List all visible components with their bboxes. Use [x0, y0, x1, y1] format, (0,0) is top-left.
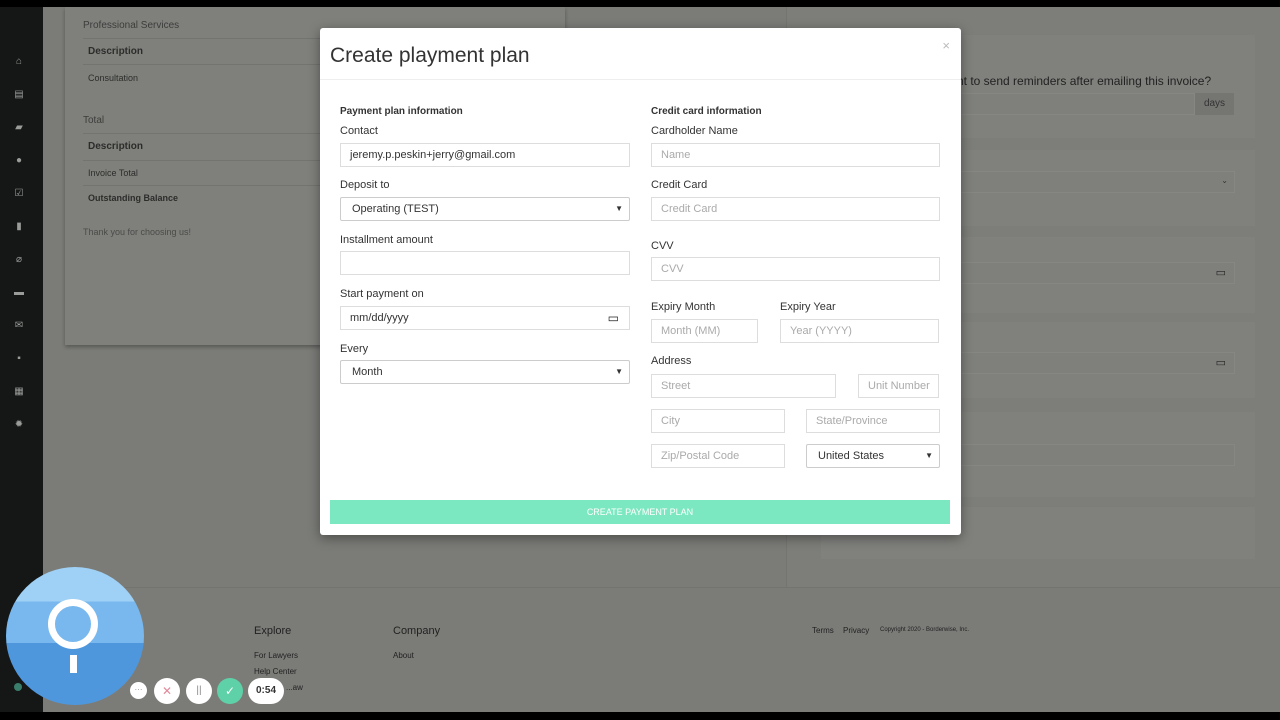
- section-total: Total: [83, 115, 105, 126]
- table-row: Outstanding Balance: [88, 193, 179, 203]
- chevron-down-icon: ▼: [615, 204, 623, 213]
- footer-link-privacy[interactable]: Privacy: [843, 626, 869, 635]
- expiry-year-input[interactable]: Year (YYYY): [780, 319, 939, 343]
- calendar-icon[interactable]: ▭: [1216, 266, 1226, 279]
- address-label: Address: [651, 355, 692, 367]
- footer-link-law[interactable]: ...aw: [286, 683, 303, 692]
- date-placeholder: mm/dd/yyyy: [350, 312, 409, 324]
- status-dot: [14, 683, 22, 691]
- reminder-question: ...nt to send reminders after emailing t…: [947, 74, 1212, 88]
- file-icon[interactable]: ▮: [13, 222, 25, 232]
- every-select[interactable]: Month ▼: [340, 360, 630, 384]
- cardholder-input[interactable]: Name: [651, 143, 940, 167]
- finish-recording-button[interactable]: ✓: [217, 678, 243, 704]
- unit-number-input[interactable]: Unit Number: [858, 374, 939, 398]
- footer-copyright: Copyright 2020 - Borderwise, Inc.: [880, 627, 970, 633]
- date-input[interactable]: ▭: [947, 262, 1235, 284]
- payment-plan-section-title: Payment plan information: [340, 106, 463, 117]
- street-input[interactable]: Street: [651, 374, 836, 398]
- city-input[interactable]: City: [651, 409, 785, 433]
- deposit-value: Operating (TEST): [352, 203, 439, 215]
- globe-icon: [48, 599, 98, 649]
- create-payment-plan-button[interactable]: CREATE PAYMENT PLAN: [330, 500, 950, 524]
- chevron-down-icon: ▼: [615, 367, 623, 376]
- cvv-input[interactable]: CVV: [651, 257, 940, 281]
- start-date-input[interactable]: mm/dd/yyyy ▭: [340, 306, 630, 330]
- date-input[interactable]: ▭: [947, 352, 1235, 374]
- settings-select[interactable]: ⌄: [947, 171, 1235, 193]
- start-payment-label: Start payment on: [340, 288, 424, 300]
- chat-icon[interactable]: ▪: [13, 354, 25, 364]
- expiry-year-label: Expiry Year: [780, 301, 836, 313]
- cancel-recording-button[interactable]: ✕: [154, 678, 180, 704]
- close-icon[interactable]: ×: [942, 38, 950, 53]
- cvv-label: CVV: [651, 240, 674, 252]
- contact-label: Contact: [340, 125, 378, 137]
- chevron-down-icon: ▼: [925, 451, 933, 460]
- table-row: Consultation: [88, 73, 139, 83]
- gear-icon[interactable]: ✹: [13, 420, 25, 430]
- country-value: United States: [818, 450, 885, 462]
- table-header: Description: [88, 46, 144, 57]
- recording-timer: 0:54: [248, 678, 284, 704]
- mail-icon[interactable]: ✉: [13, 321, 25, 331]
- modal-title: Create playment plan: [330, 44, 530, 67]
- more-button[interactable]: ···: [130, 682, 147, 699]
- zip-input[interactable]: Zip/Postal Code: [651, 444, 785, 468]
- deposit-label: Deposit to: [340, 179, 390, 191]
- footer-link-about[interactable]: About: [393, 651, 414, 660]
- section-professional-services: Professional Services: [83, 20, 180, 31]
- card-icon[interactable]: ▬: [13, 288, 25, 298]
- footer-link-help-center[interactable]: Help Center: [254, 667, 297, 676]
- recorder-logo: [6, 567, 144, 705]
- calendar-icon[interactable]: ▭: [1216, 356, 1226, 369]
- footer-link-for-lawyers[interactable]: For Lawyers: [254, 651, 298, 660]
- pause-button[interactable]: ||: [186, 678, 212, 704]
- create-payment-plan-modal: Create playment plan × Payment plan info…: [320, 28, 961, 535]
- text-input[interactable]: [947, 444, 1235, 466]
- expiry-month-input[interactable]: Month (MM): [651, 319, 758, 343]
- days-addon: days: [1195, 93, 1234, 115]
- table-row: Invoice Total: [88, 168, 138, 178]
- cardholder-label: Cardholder Name: [651, 125, 738, 137]
- footer-explore-heading: Explore: [254, 625, 292, 637]
- expiry-month-label: Expiry Month: [651, 301, 716, 313]
- home-icon[interactable]: ⌂: [13, 57, 25, 67]
- installment-label: Installment amount: [340, 234, 433, 246]
- every-value: Month: [352, 366, 383, 378]
- check-icon[interactable]: ☑: [13, 189, 25, 199]
- contact-input[interactable]: jeremy.p.peskin+jerry@gmail.com: [340, 143, 630, 167]
- table-header: Description: [88, 141, 144, 152]
- state-input[interactable]: State/Province: [806, 409, 940, 433]
- reminder-days-input[interactable]: [947, 93, 1195, 115]
- document-icon[interactable]: ▤: [13, 90, 25, 100]
- thank-you-text: Thank you for choosing us!: [83, 227, 192, 237]
- credit-card-section-title: Credit card information: [651, 106, 762, 117]
- calendar-icon[interactable]: ▦: [13, 387, 25, 397]
- footer-company-heading: Company: [393, 625, 441, 637]
- installment-input[interactable]: [340, 251, 630, 275]
- credit-card-label: Credit Card: [651, 179, 708, 191]
- footer-link-terms[interactable]: Terms: [812, 626, 834, 635]
- every-label: Every: [340, 343, 369, 355]
- deposit-select[interactable]: Operating (TEST) ▼: [340, 197, 630, 221]
- folder-icon[interactable]: ▰: [13, 123, 25, 133]
- tag-icon[interactable]: ⌀: [13, 255, 25, 265]
- user-icon[interactable]: ●: [13, 156, 25, 166]
- country-select[interactable]: United States ▼: [806, 444, 940, 468]
- credit-card-input[interactable]: Credit Card: [651, 197, 940, 221]
- calendar-icon[interactable]: ▭: [608, 307, 619, 329]
